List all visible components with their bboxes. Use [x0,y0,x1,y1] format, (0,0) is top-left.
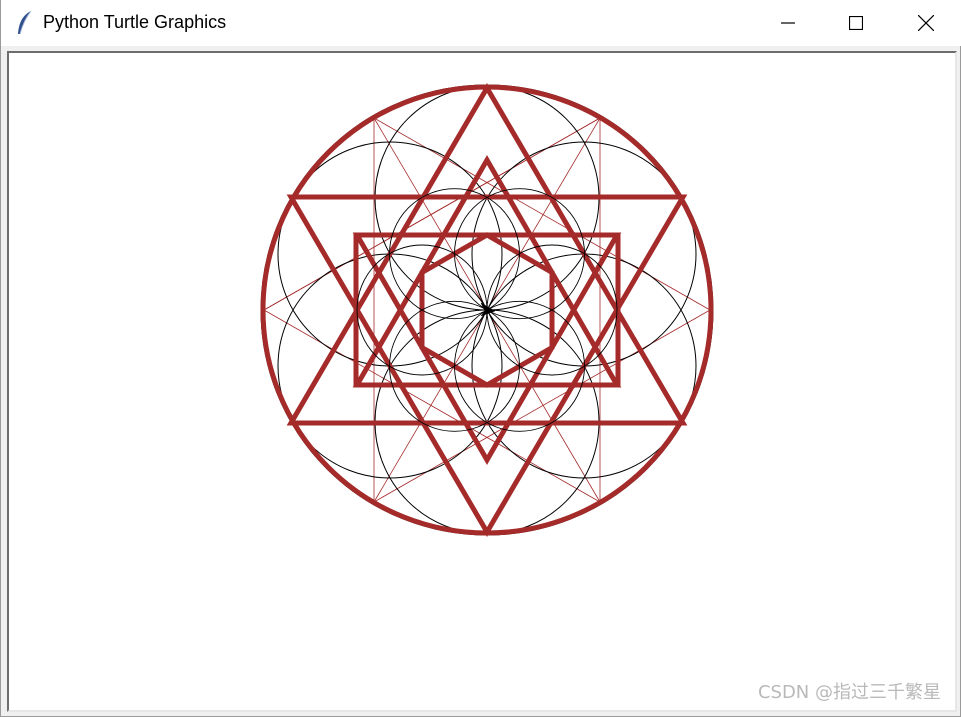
turtle-canvas-frame: CSDN @指过三千繁星 [7,51,957,712]
inner-triangle-down [352,232,622,465]
turtle-window: Python Turtle Graphics CSDN @指过三千繁星 [0,0,961,717]
maximize-button[interactable] [833,0,879,46]
hexagram-triangle-down [286,194,688,537]
turtle-drawing [260,83,714,537]
turtle-canvas[interactable]: CSDN @指过三千繁星 [9,53,955,710]
window-title: Python Turtle Graphics [43,12,227,32]
title-bar[interactable]: Python Turtle Graphics [1,0,961,46]
watermark-text: CSDN @指过三千繁星 [757,682,941,703]
hexagram-triangle-up [286,83,688,426]
minimize-icon [781,22,795,24]
close-button[interactable] [903,0,949,46]
inner-triangle-up [352,155,622,388]
minimize-button[interactable] [765,0,811,46]
maximize-icon [849,16,863,30]
feather-icon [15,10,35,36]
close-icon [918,15,934,31]
